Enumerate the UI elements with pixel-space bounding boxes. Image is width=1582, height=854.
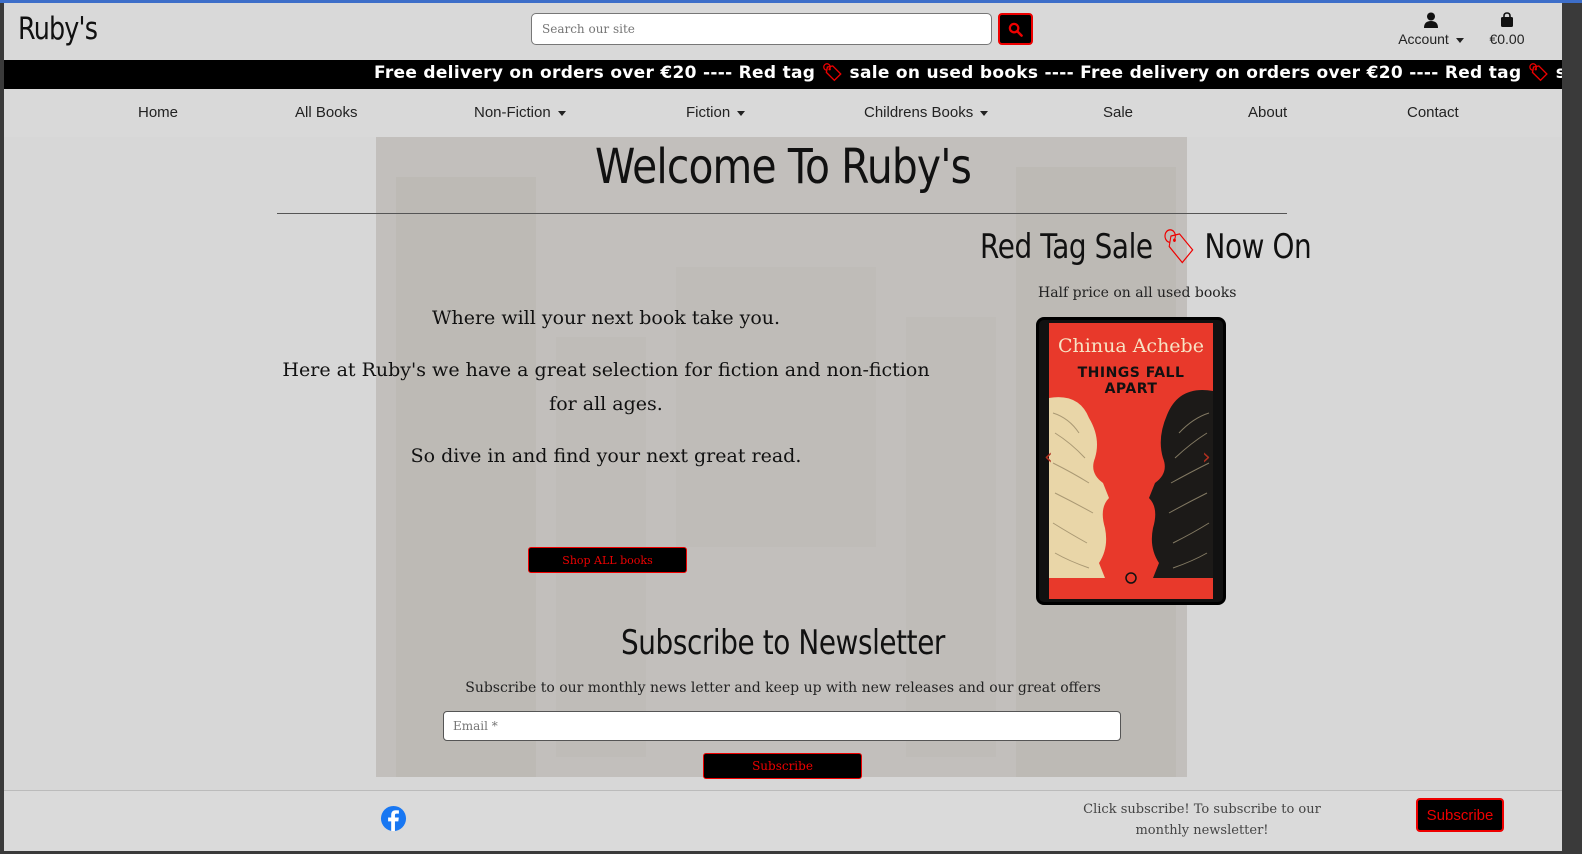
cart-link[interactable]: €0.00 (1484, 11, 1530, 47)
book-carousel: Chinua Achebe THINGS FALL APART (1036, 317, 1226, 605)
nav-label: All Books (295, 104, 358, 121)
nav-label: Fiction (686, 104, 731, 121)
account-menu[interactable]: Account (1396, 11, 1466, 47)
chevron-down-icon (980, 110, 989, 116)
footer-subscribe-text: Click subscribe! To subscribe to our mon… (1083, 802, 1321, 838)
chevron-down-icon (1455, 37, 1464, 43)
shopping-bag-icon (1501, 12, 1513, 27)
ticker-segment: sale on used books ---- Free delivery on… (843, 63, 1528, 83)
price-tag-icon: 🏷 (1527, 63, 1550, 83)
price-tag-icon: 🏷 (1161, 227, 1197, 267)
nav-item-about[interactable]: About (1248, 104, 1287, 121)
ticker-segment: Free delivery on orders over €20 ---- Re… (374, 63, 822, 83)
user-icon (1424, 12, 1438, 28)
sale-heading-text: Red Tag Sale (980, 227, 1162, 267)
footer-subscribe-button[interactable]: Subscribe (1416, 798, 1504, 832)
intro-line-2: Here at Ruby's we have a great selection… (282, 359, 930, 415)
search-input[interactable] (531, 13, 992, 45)
newsletter-subscribe-button[interactable]: Subscribe (703, 753, 862, 779)
nav-label: Contact (1407, 104, 1459, 121)
intro-line-3: So dive in and find your next great read… (410, 445, 802, 467)
chevron-down-icon (737, 110, 746, 116)
nav-item-childrens-books[interactable]: Childrens Books (864, 104, 989, 121)
book-cover[interactable]: Chinua Achebe THINGS FALL APART (1049, 323, 1213, 599)
intro-line-1: Where will your next book take you. (431, 307, 781, 329)
browser-viewport: Ruby's Account €0.00 (4, 3, 1562, 851)
nav-label: Non-Fiction (474, 104, 551, 121)
book-author: Chinua Achebe (1058, 335, 1204, 357)
account-label: Account (1398, 31, 1449, 47)
page-title: Welcome To Ruby's (595, 139, 972, 195)
nav-item-all-books[interactable]: All Books (295, 104, 358, 121)
nav-label: Home (138, 104, 179, 121)
nav-label: Childrens Books (864, 104, 974, 121)
main-content: Welcome To Ruby's Where will your next b… (4, 137, 1562, 790)
nav-label: Sale (1103, 104, 1134, 121)
nav-item-contact[interactable]: Contact (1407, 104, 1459, 121)
nav-item-sale[interactable]: Sale (1103, 104, 1133, 121)
site-header: Ruby's Account €0.00 (4, 3, 1562, 60)
site-logo[interactable]: Ruby's (18, 11, 98, 47)
carousel-prev-icon[interactable]: ‹ (1044, 445, 1053, 470)
email-field[interactable] (443, 711, 1121, 741)
promo-ticker: Free delivery on orders over €20 ---- Re… (4, 60, 1562, 89)
site-footer: Click subscribe! To subscribe to our mon… (4, 790, 1562, 851)
divider (277, 213, 1287, 214)
search-form (531, 13, 1033, 45)
promo-ticker-text: Free delivery on orders over €20 ---- Re… (374, 63, 1562, 83)
nav-item-fiction[interactable]: Fiction (686, 104, 746, 121)
carousel-next-icon[interactable]: › (1202, 445, 1211, 470)
sale-subtitle: Half price on all used books (1038, 285, 1237, 301)
price-tag-icon: 🏷 (821, 63, 844, 83)
sale-heading-text: Now On (1196, 227, 1312, 267)
book-title: THINGS FALL APART (1077, 365, 1185, 397)
sale-heading: Red Tag Sale 🏷 Now On (980, 227, 1312, 267)
search-icon (1008, 22, 1023, 37)
nav-item-home[interactable]: Home (138, 104, 178, 121)
chevron-down-icon (557, 110, 566, 116)
newsletter-subtitle: Subscribe to our monthly news letter and… (465, 680, 1101, 696)
ticker-segment: sale o (1555, 63, 1562, 83)
nav-item-non-fiction[interactable]: Non-Fiction (474, 104, 566, 121)
nav-label: About (1248, 104, 1288, 121)
cart-total: €0.00 (1489, 31, 1525, 47)
shop-all-books-button[interactable]: Shop ALL books (528, 547, 687, 573)
facebook-icon[interactable] (380, 805, 407, 832)
search-button[interactable] (998, 13, 1033, 45)
main-nav: Home All Books Non-Fiction Fiction Child… (4, 89, 1562, 137)
newsletter-heading: Subscribe to Newsletter (621, 623, 945, 663)
